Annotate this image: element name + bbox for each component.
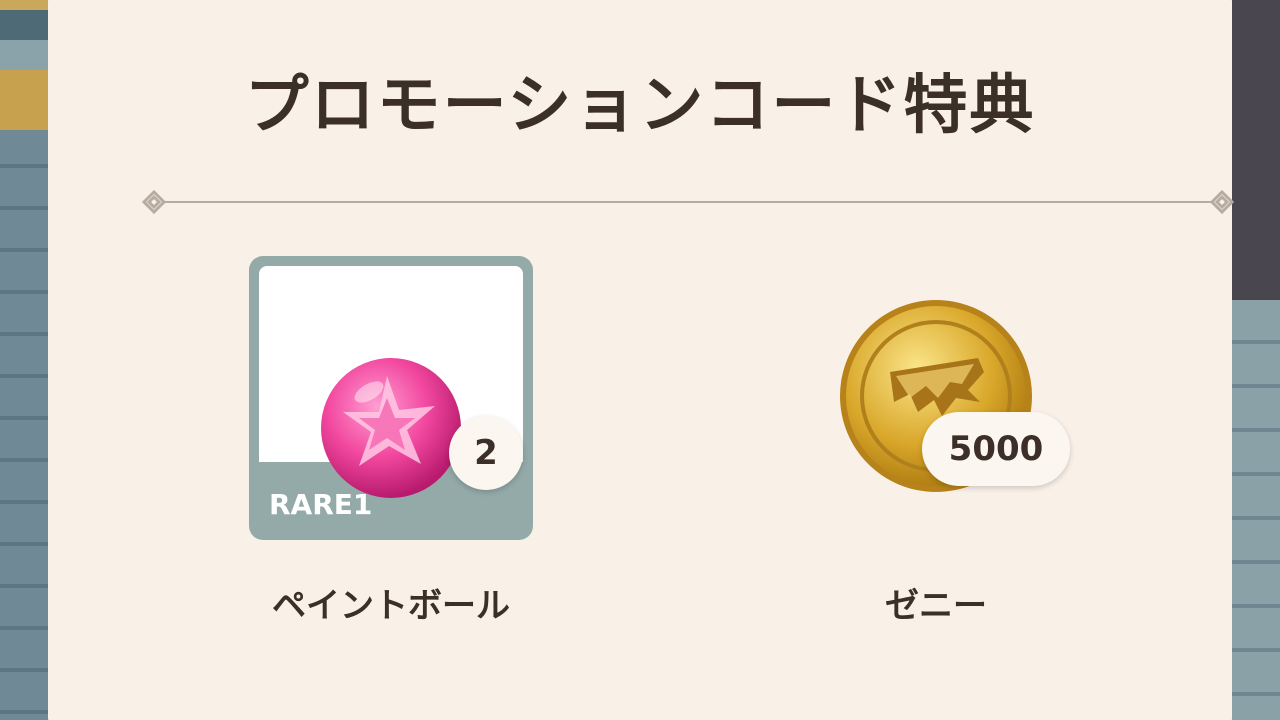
divider-ornament-right-icon (1209, 190, 1234, 214)
background-right (1230, 0, 1280, 720)
title-divider (142, 190, 1234, 214)
divider-ornament-left-icon (142, 190, 167, 214)
amount-badge: 5000 (922, 412, 1070, 486)
pink-paintball-icon (321, 358, 461, 498)
rarity-label: RARE1 (269, 488, 373, 521)
item-name: ゼニー (885, 586, 987, 626)
promo-code-reward-dialog: プロモーションコード特典 RARE1 2 ペイントボール 5000 ゼニー (48, 0, 1234, 720)
item-name: ペイントボール (272, 586, 510, 626)
quantity-badge: 2 (449, 416, 523, 490)
background-left (0, 0, 48, 720)
dialog-title: プロモーションコード特典 (244, 69, 1036, 143)
item-card[interactable]: RARE1 2 (249, 256, 533, 540)
